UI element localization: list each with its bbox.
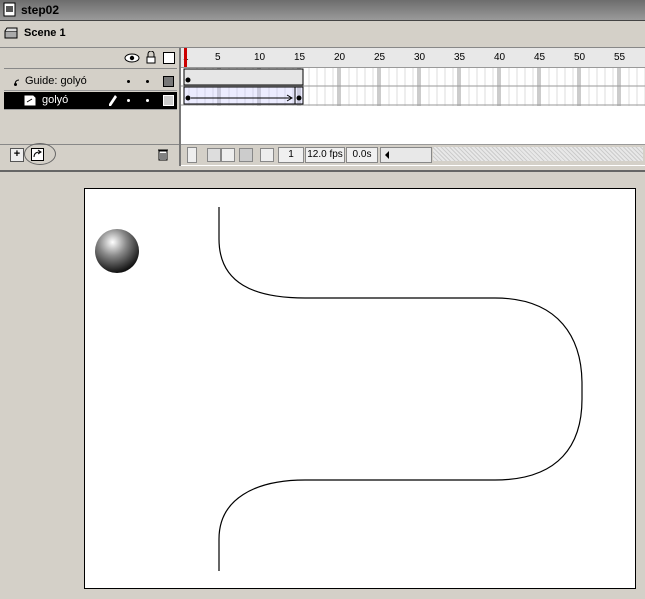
frame-rate[interactable]: 12.0 fps	[305, 147, 345, 163]
scene-label[interactable]: Scene 1	[24, 27, 66, 39]
playhead[interactable]	[184, 48, 187, 67]
add-guide-layer-icon[interactable]	[31, 148, 44, 161]
ruler-tick: 15	[294, 52, 306, 63]
trash-icon[interactable]	[157, 148, 169, 161]
eye-icon[interactable]	[124, 53, 140, 63]
ball-symbol[interactable]	[95, 229, 139, 273]
stage-canvas[interactable]	[84, 188, 636, 589]
scroll-track[interactable]	[433, 147, 643, 161]
ruler-tick: 5	[215, 52, 221, 63]
timeline-status-bar: 1 12.0 fps 0.0s	[181, 144, 645, 165]
layer-name: Guide: golyó	[25, 75, 87, 87]
layer-row-guide[interactable]: Guide: golyó	[4, 73, 177, 91]
insert-layer-icon[interactable]: +	[10, 148, 24, 162]
ruler-tick: 35	[454, 52, 466, 63]
scene-icon	[4, 27, 18, 39]
outline-color-square[interactable]	[163, 95, 174, 106]
guide-layer-icon	[14, 79, 20, 86]
ruler-tick: 10	[254, 52, 266, 63]
stage-drawing	[95, 207, 583, 571]
ruler-tick: 25	[374, 52, 386, 63]
lock-icon[interactable]	[146, 51, 156, 64]
layer-header	[4, 48, 177, 69]
onion-skin-outlines-icon[interactable]	[221, 148, 235, 162]
frame-grid[interactable]	[181, 68, 645, 144]
document-title-bar: step02	[0, 0, 645, 21]
ruler-tick: 30	[414, 52, 426, 63]
current-frame: 1	[278, 147, 304, 163]
layer-name: golyó	[42, 94, 69, 106]
layer-icon	[24, 95, 36, 106]
timeline-panel: Guide: golyó golyó + 5 10 15 20 25 30 35…	[0, 48, 645, 168]
motion-guide-path[interactable]	[218, 207, 583, 571]
visibility-dot[interactable]	[127, 80, 130, 83]
stage-area	[0, 170, 645, 599]
ruler-tick: 45	[534, 52, 546, 63]
layer-row-golyo[interactable]: golyó	[4, 92, 177, 110]
lock-dot[interactable]	[146, 80, 149, 83]
layer-panel: Guide: golyó golyó +	[0, 48, 181, 166]
horizontal-scrollbar[interactable]	[380, 147, 432, 163]
flash-document-icon	[3, 2, 16, 17]
center-frame-icon[interactable]	[187, 147, 197, 163]
ruler-tick: 55	[614, 52, 626, 63]
frame-ruler[interactable]: 1 5 10 15 20 25 30 35 40 45 50 55	[181, 48, 645, 68]
onion-skin-icon[interactable]	[207, 148, 221, 162]
scroll-left-icon[interactable]	[383, 150, 391, 160]
scene-bar: Scene 1	[0, 21, 645, 48]
visibility-dot[interactable]	[127, 99, 130, 102]
document-title: step02	[21, 3, 60, 17]
ruler-tick: 50	[574, 52, 586, 63]
layer-buttons: +	[0, 143, 179, 165]
elapsed-time: 0.0s	[346, 147, 378, 163]
edit-multiple-frames-icon[interactable]	[239, 148, 253, 162]
ruler-tick: 40	[494, 52, 506, 63]
pencil-icon	[109, 95, 117, 106]
outline-icon[interactable]	[163, 52, 175, 64]
ruler-tick: 20	[334, 52, 346, 63]
outline-color-square[interactable]	[163, 76, 174, 87]
lock-dot[interactable]	[146, 99, 149, 102]
modify-onion-markers-icon[interactable]	[260, 148, 274, 162]
frames-area[interactable]: 1 5 10 15 20 25 30 35 40 45 50 55	[181, 48, 645, 166]
